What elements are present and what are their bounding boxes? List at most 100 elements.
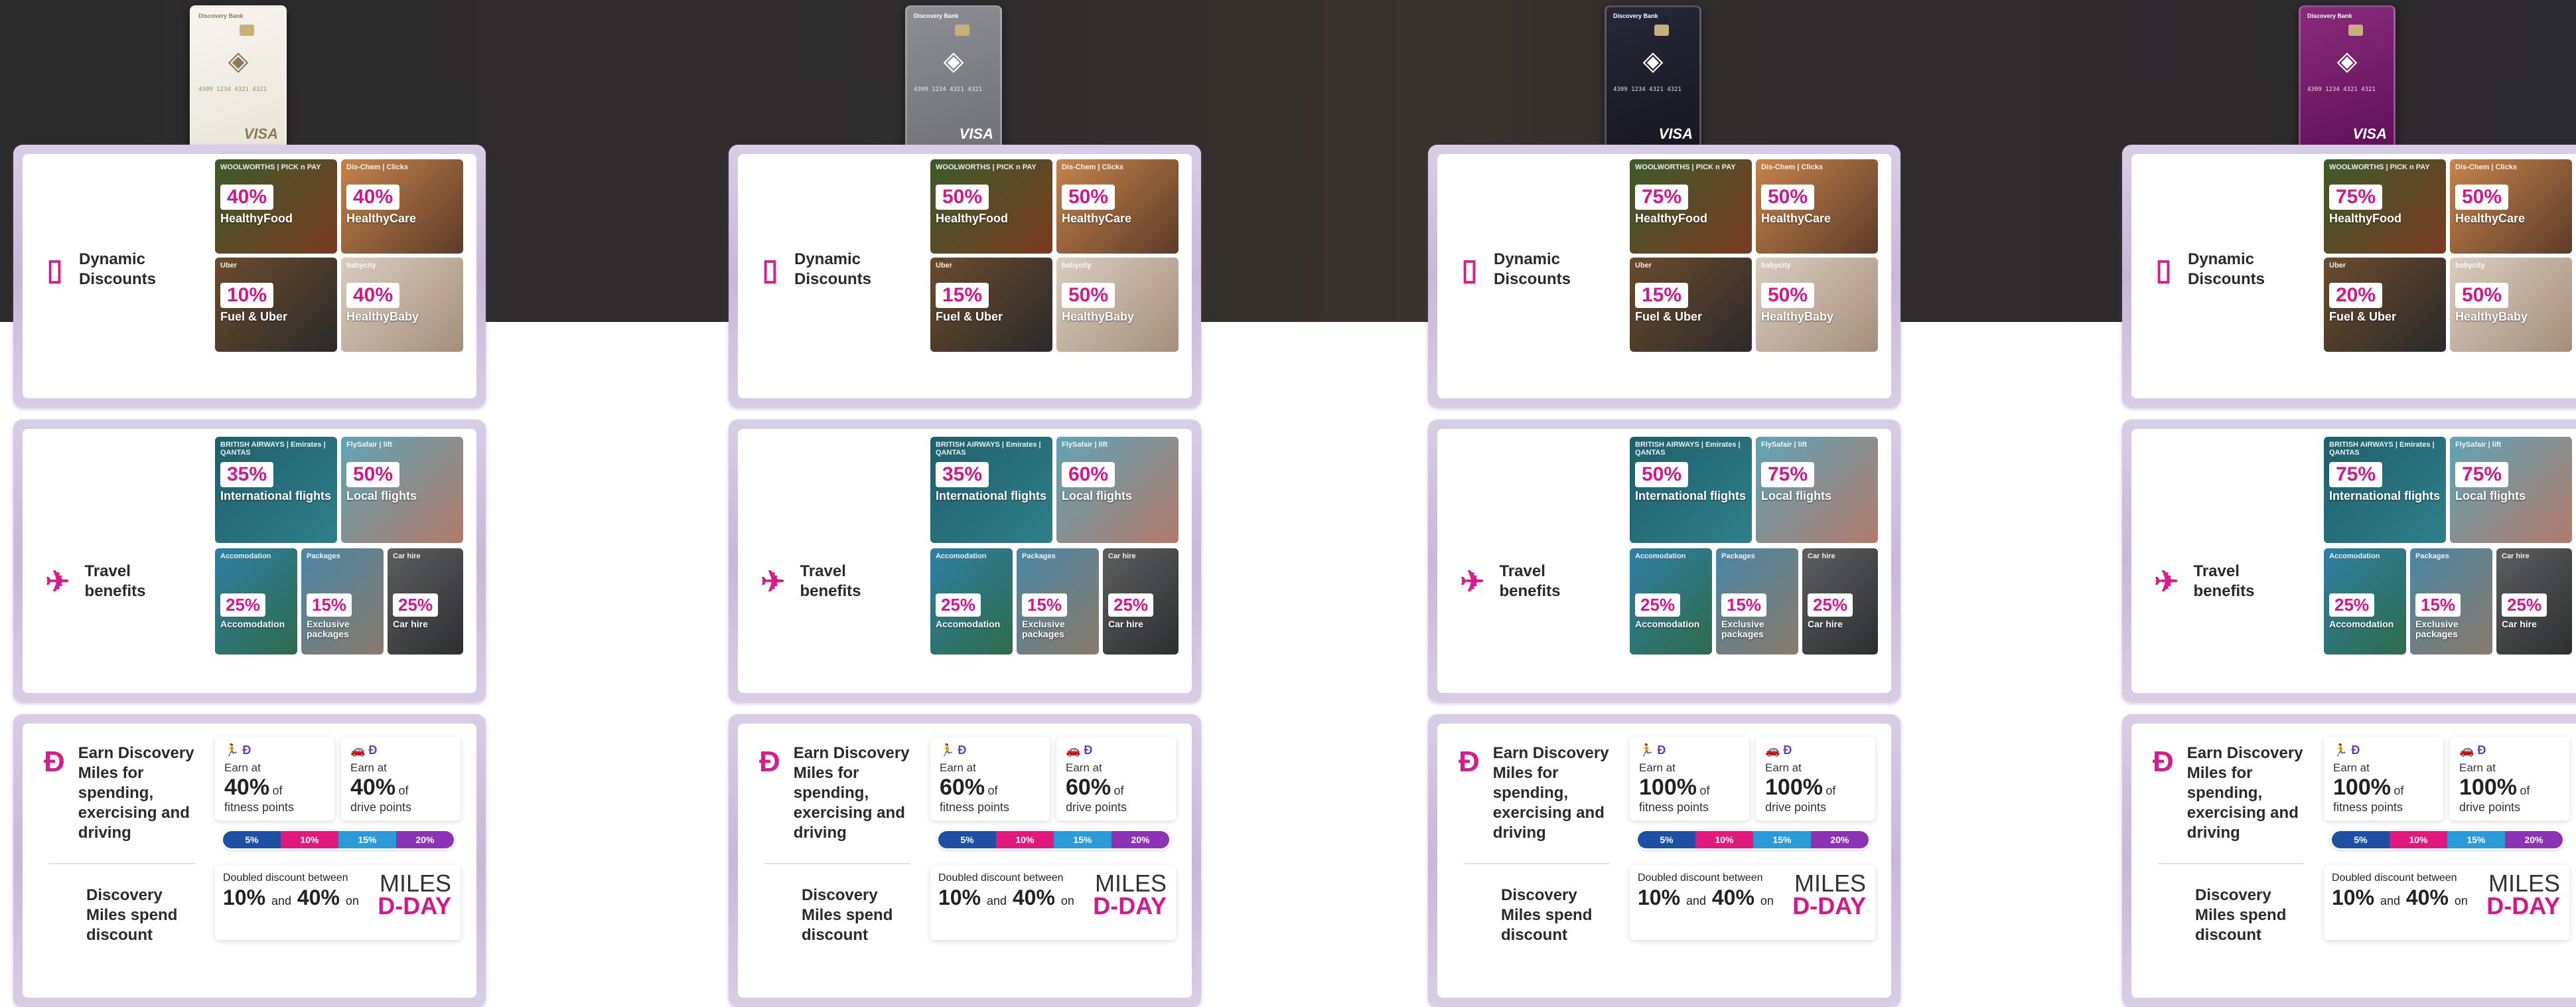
discount-tile[interactable]: Uber 15% Fuel & Uber [930,258,1052,352]
mday-line2: D-DAY [2486,892,2560,920]
plane-icon: ✈ [2154,565,2179,598]
discount-tile[interactable]: babycity 50% HealthyBaby [1056,258,1179,352]
partner-logos: Packages [2415,552,2449,560]
discount-high: 40% [1711,886,1754,909]
discovery-miles-panel: Ð Earn Discovery Miles for spending, exer… [1428,714,1900,1007]
discovery-emblem-icon: ◈ [943,46,964,76]
tier-segment: 20% [1111,831,1169,848]
discount-percent: 15% [1721,593,1767,617]
runner-icon: 🏃 Ð [224,743,251,757]
travel-tile[interactable]: Packages 15% Exclusive packages [301,548,384,655]
travel-name: Accomodation [936,619,1001,629]
travel-tile[interactable]: Packages 15% Exclusive packages [2410,548,2492,655]
miles-day-logo: MILES D-DAY [1093,870,1167,917]
discount-tile[interactable]: WOOLWORTHS | PICK n PAY 75% HealthyFood [1630,159,1752,254]
travel-name: Local flights [1761,489,1832,503]
travel-benefits-panel: ✈ Travel benefits BRITISH AIRWAYS | Emirat… [729,420,1201,702]
discount-percent: 25% [1635,593,1681,617]
panel-title: Earn Discovery Miles for spending, exerc… [793,744,910,842]
travel-tile[interactable]: Packages 15% Exclusive packages [1017,548,1099,655]
travel-tile[interactable]: Accomodation 25% Accomodation [1630,548,1712,655]
travel-tile[interactable]: Car hire 25% Car hire [388,548,463,655]
discount-tile[interactable]: Uber 15% Fuel & Uber [1630,258,1752,352]
travel-benefits-panel: ✈ Travel benefits BRITISH AIRWAYS | Emirat… [13,420,486,702]
discount-tile[interactable]: WOOLWORTHS | PICK n PAY 75% HealthyFood [2324,159,2446,254]
travel-name: Exclusive packages [307,619,350,639]
travel-tile[interactable]: FlySafair | lift 75% Local flights [2450,437,2572,543]
miles-day-logo: MILES D-DAY [1792,871,1866,917]
discount-percent: 60% [1062,462,1115,487]
earn-at-label: Earn at [350,761,387,774]
discount-name: HealthyFood [220,212,293,225]
travel-tile[interactable]: Packages 15% Exclusive packages [1716,548,1798,655]
bank-card[interactable]: Discovery Bank ◈ 4309 1234 4321 4321 VISA [2299,5,2396,155]
tier-segment: 10% [1695,831,1753,848]
travel-name: Exclusive packages [1022,619,1065,639]
bank-card[interactable]: Discovery Bank ◈ 4309 1234 4321 4321 VISA [190,5,287,155]
travel-tile[interactable]: BRITISH AIRWAYS | Emirates | QANTAS 50% In… [1630,437,1752,543]
tier-segment: 15% [2447,831,2505,848]
card-network: VISA [959,125,993,142]
panel-title: Travel benefits [1499,562,1561,600]
travel-tile[interactable]: FlySafair | lift 60% Local flights [1056,437,1179,543]
discount-tile[interactable]: babycity 50% HealthyBaby [1756,258,1878,352]
mday-line1: MILES [1094,870,1167,897]
bank-card[interactable]: Discovery Bank ◈ 4309 1234 4321 4321 VISA [1605,5,1701,155]
partner-logos: Packages [1022,552,1056,560]
tier-segment: 20% [1811,831,1869,848]
travel-name: Exclusive packages [1721,619,1764,639]
discount-percent: 50% [1062,283,1115,308]
travel-tile[interactable]: Car hire 25% Car hire [2496,548,2572,655]
travel-tile[interactable]: BRITISH AIRWAYS | Emirates | QANTAS 35% In… [930,437,1052,543]
tier-segment: 5% [1638,831,1695,848]
discount-tile[interactable]: Uber 20% Fuel & Uber [2324,258,2446,352]
and-label: and [271,894,291,907]
divider [1464,863,1610,864]
tier-segment: 5% [223,831,281,848]
discount-tile[interactable]: WOOLWORTHS | PICK n PAY 40% HealthyFood [215,159,337,254]
discount-name: Fuel & Uber [2329,310,2397,323]
discount-tile[interactable]: Uber 10% Fuel & Uber [215,258,337,352]
bank-card[interactable]: Discovery Bank ◈ 4309 1234 4321 4321 VISA [905,5,1002,155]
travel-name: Car hire [1808,619,1843,629]
discount-percent: 15% [936,283,989,308]
discount-tile[interactable]: babycity 40% HealthyBaby [341,258,463,352]
discount-tile[interactable]: Dis-Chem | Clicks 40% HealthyCare [341,159,463,254]
discount-tile[interactable]: Dis-Chem | Clicks 50% HealthyCare [1756,159,1878,254]
dynamic-discounts-panel: ▯ Dynamic Discounts WOOLWORTHS | PICK n PA… [13,145,486,408]
earn-at-label: Earn at [940,761,976,774]
earn-value: 40% [224,775,270,800]
discount-percent: 40% [346,283,400,308]
earn-value: 100% [2459,775,2517,800]
travel-tile[interactable]: FlySafair | lift 50% Local flights [341,437,463,543]
travel-tile[interactable]: Accomodation 25% Accomodation [930,548,1013,655]
travel-tile[interactable]: BRITISH AIRWAYS | Emirates | QANTAS 35% In… [215,437,337,543]
card-number: 4309 1234 4321 4321 [198,86,267,93]
discount-tile[interactable]: WOOLWORTHS | PICK n PAY 50% HealthyFood [930,159,1052,254]
travel-tile[interactable]: Accomodation 25% Accomodation [215,548,297,655]
travel-tile[interactable]: Accomodation 25% Accomodation [2324,548,2406,655]
plane-icon: ✈ [1460,565,1485,598]
mday-line1: MILES [379,870,451,897]
travel-tile[interactable]: FlySafair | lift 75% Local flights [1756,437,1878,543]
points-type: drive points [1765,801,1827,814]
discount-percent: 50% [2455,185,2509,210]
partner-logos: FlySafair | lift [346,441,393,449]
discount-percent: 25% [220,593,266,617]
on-label: on [1760,894,1774,907]
discount-percent: 35% [936,462,989,487]
travel-benefits-panel: ✈ Travel benefits BRITISH AIRWAYS | Emirat… [1428,420,1900,702]
card-bank-name: Discovery Bank [1613,13,1658,19]
travel-tile[interactable]: Car hire 25% Car hire [1103,548,1179,655]
discount-tile[interactable]: Dis-Chem | Clicks 50% HealthyCare [1056,159,1179,254]
phone-discount-icon: ▯ [2155,253,2172,286]
discount-tile[interactable]: babycity 50% HealthyBaby [2450,258,2572,352]
of-label: of [1825,784,1836,797]
discount-tile[interactable]: Dis-Chem | Clicks 50% HealthyCare [2450,159,2572,254]
spend-label: Discovery Miles spend discount [2195,886,2287,944]
partner-logos: Accomodation [2329,552,2380,560]
travel-tile[interactable]: BRITISH AIRWAYS | Emirates | QANTAS 75% In… [2324,437,2446,543]
discovery-emblem-icon: ◈ [2336,46,2358,76]
panel-title: Earn Discovery Miles for spending, exerc… [2186,744,2303,842]
travel-tile[interactable]: Car hire 25% Car hire [1802,548,1878,655]
